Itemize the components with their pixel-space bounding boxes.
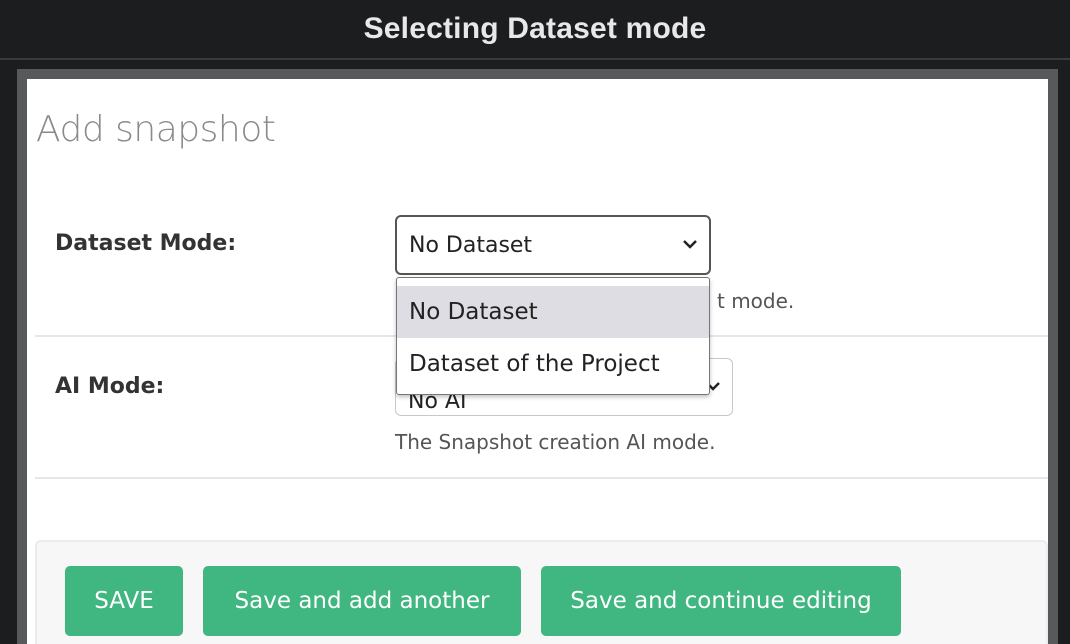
page-title: Add snapshot — [36, 109, 276, 150]
save-and-add-another-button[interactable]: Save and add another — [203, 566, 521, 636]
save-button[interactable]: SAVE — [65, 566, 183, 636]
admin-form-page: Add snapshot Dataset Mode: No Dataset t … — [27, 79, 1048, 644]
dataset-mode-label: Dataset Mode: — [55, 231, 237, 256]
chevron-down-icon — [683, 240, 697, 249]
dataset-mode-dropdown-list: No Dataset Dataset of the Project — [396, 277, 710, 395]
dropdown-option-dataset-of-project[interactable]: Dataset of the Project — [397, 338, 709, 390]
submit-row: SAVE Save and add another Save and conti… — [35, 540, 1048, 644]
ai-mode-help: The Snapshot creation AI mode. — [395, 430, 716, 454]
field-divider — [35, 477, 1048, 479]
dataset-mode-select[interactable]: No Dataset — [395, 215, 711, 275]
save-and-continue-button[interactable]: Save and continue editing — [541, 566, 901, 636]
dropdown-option-no-dataset[interactable]: No Dataset — [397, 286, 709, 338]
ai-mode-label: AI Mode: — [55, 374, 165, 399]
window-title: Selecting Dataset mode — [363, 12, 707, 45]
window-title-bar: Selecting Dataset mode — [0, 0, 1070, 60]
dataset-mode-value: No Dataset — [409, 232, 533, 258]
dataset-mode-help: t mode. — [717, 289, 795, 313]
